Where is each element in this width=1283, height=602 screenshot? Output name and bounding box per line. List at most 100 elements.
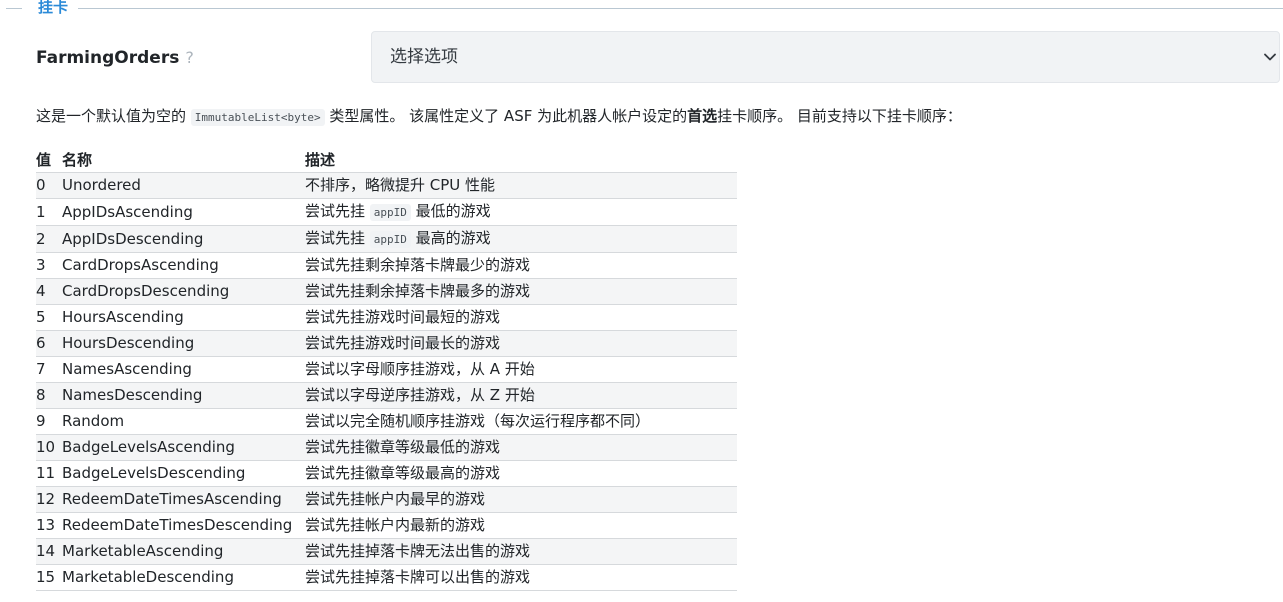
row-value: 8: [36, 382, 62, 409]
row-description-text: 尝试先挂帐户内最早的游戏: [305, 490, 486, 508]
desc-bold: 首选: [687, 107, 718, 125]
table-row: 15 MarketableDescending 尝试先挂掉落卡牌可以出售的游戏: [36, 564, 737, 591]
header-description: 描述: [305, 148, 737, 173]
table-row: 8 NamesDescending 尝试以字母逆序挂游戏，从 Z 开始: [36, 382, 737, 409]
row-description-text: 尝试先挂掉落卡牌无法出售的游戏: [305, 542, 531, 560]
row-description-text: 尝试先挂剩余掉落卡牌最少的游戏: [305, 256, 531, 274]
row-description-text: 尝试先挂游戏时间最长的游戏: [305, 334, 501, 352]
table-row: 4 CardDropsDescending 尝试先挂剩余掉落卡牌最多的游戏: [36, 278, 737, 305]
row-description: 尝试先挂游戏时间最长的游戏: [305, 330, 737, 357]
row-description: 尝试先挂帐户内最早的游戏: [305, 486, 737, 513]
table-row: 1 AppIDsAscending 尝试先挂 appID 最低的游戏: [36, 198, 737, 226]
row-name: HoursAscending: [62, 304, 305, 331]
desc-text-2: 类型属性。 该属性定义了 ASF 为此机器人帐户设定的: [324, 107, 688, 125]
section-title: 挂卡: [32, 0, 75, 16]
table-row: 14 MarketableAscending 尝试先挂掉落卡牌无法出售的游戏: [36, 538, 737, 565]
row-description-text-after: 最高的游戏: [410, 229, 491, 247]
row-name: Unordered: [62, 172, 305, 199]
row-name: Random: [62, 408, 305, 435]
row-description: 尝试先挂 appID 最高的游戏: [305, 225, 737, 253]
row-description-code: appID: [369, 204, 411, 221]
row-value: 11: [36, 460, 62, 487]
divider-left: [6, 8, 22, 9]
row-description-text: 尝试先挂: [305, 229, 370, 247]
header-value: 值: [36, 148, 62, 173]
row-name: HoursDescending: [62, 330, 305, 357]
table-row: 3 CardDropsAscending 尝试先挂剩余掉落卡牌最少的游戏: [36, 252, 737, 279]
table-row: 12 RedeemDateTimesAscending 尝试先挂帐户内最早的游戏: [36, 486, 737, 513]
row-name: NamesDescending: [62, 382, 305, 409]
row-description: 尝试先挂掉落卡牌无法出售的游戏: [305, 538, 737, 565]
row-description-text-after: 最低的游戏: [410, 202, 491, 220]
row-description: 尝试以完全随机顺序挂游戏（每次运行程序都不同）: [305, 408, 737, 435]
row-name: BadgeLevelsAscending: [62, 434, 305, 461]
row-description-text: 尝试以完全随机顺序挂游戏（每次运行程序都不同）: [305, 412, 651, 430]
field-label: FarmingOrders?: [36, 46, 194, 70]
table-row: 2 AppIDsDescending 尝试先挂 appID 最高的游戏: [36, 225, 737, 253]
field-label-text: FarmingOrders: [36, 48, 180, 68]
table-row: 10 BadgeLevelsAscending 尝试先挂徽章等级最低的游戏: [36, 434, 737, 461]
row-description: 尝试先挂剩余掉落卡牌最少的游戏: [305, 252, 737, 279]
row-value: 4: [36, 278, 62, 305]
question-icon[interactable]: ?: [185, 46, 194, 70]
row-name: NamesAscending: [62, 356, 305, 383]
row-description: 尝试先挂帐户内最新的游戏: [305, 512, 737, 539]
row-description: 尝试先挂徽章等级最低的游戏: [305, 434, 737, 461]
row-name: RedeemDateTimesAscending: [62, 486, 305, 513]
desc-text-1: 这是一个默认值为空的: [36, 107, 191, 125]
row-name: CardDropsDescending: [62, 278, 305, 305]
row-value: 9: [36, 408, 62, 435]
table-row: 6 HoursDescending 尝试先挂游戏时间最长的游戏: [36, 330, 737, 357]
row-description-code: appID: [369, 231, 411, 248]
farming-orders-table: 值 名称 描述 0 Unordered 不排序，略微提升 CPU 性能 1 AppIDs…: [36, 148, 737, 591]
divider-right: [78, 8, 1283, 9]
row-name: MarketableAscending: [62, 538, 305, 565]
table-row: 11 BadgeLevelsDescending 尝试先挂徽章等级最高的游戏: [36, 460, 737, 487]
row-name: BadgeLevelsDescending: [62, 460, 305, 487]
header-name: 名称: [62, 148, 305, 173]
row-description: 尝试先挂掉落卡牌可以出售的游戏: [305, 564, 737, 591]
row-value: 2: [36, 225, 62, 253]
select-value: 选择选项: [390, 47, 458, 67]
desc-code: ImmutableList<byte>: [190, 109, 325, 126]
row-description-text: 尝试先挂: [305, 202, 370, 220]
table-row: 5 HoursAscending 尝试先挂游戏时间最短的游戏: [36, 304, 737, 331]
row-value: 15: [36, 564, 62, 591]
table-header-row: 值 名称 描述: [36, 148, 737, 173]
row-value: 5: [36, 304, 62, 331]
row-description-text: 尝试先挂掉落卡牌可以出售的游戏: [305, 568, 531, 586]
row-name: AppIDsAscending: [62, 198, 305, 226]
row-value: 7: [36, 356, 62, 383]
table-row: 13 RedeemDateTimesDescending 尝试先挂帐户内最新的游戏: [36, 512, 737, 539]
row-description: 尝试以字母逆序挂游戏，从 Z 开始: [305, 382, 737, 409]
table-row: 7 NamesAscending 尝试以字母顺序挂游戏，从 A 开始: [36, 356, 737, 383]
row-description: 尝试以字母顺序挂游戏，从 A 开始: [305, 356, 737, 383]
row-description: 尝试先挂 appID 最低的游戏: [305, 198, 737, 226]
field-description: 这是一个默认值为空的 ImmutableList<byte> 类型属性。 该属性…: [36, 106, 1276, 128]
table-row: 0 Unordered 不排序，略微提升 CPU 性能: [36, 172, 737, 199]
table-row: 9 Random 尝试以完全随机顺序挂游戏（每次运行程序都不同）: [36, 408, 737, 435]
row-value: 13: [36, 512, 62, 539]
chevron-down-icon: [1264, 53, 1276, 61]
row-description-text: 尝试先挂帐户内最新的游戏: [305, 516, 486, 534]
row-name: MarketableDescending: [62, 564, 305, 591]
row-description-text: 尝试以字母逆序挂游戏，从 Z 开始: [305, 386, 535, 404]
row-description-text: 尝试先挂剩余掉落卡牌最多的游戏: [305, 282, 531, 300]
row-name: CardDropsAscending: [62, 252, 305, 279]
row-description: 尝试先挂徽章等级最高的游戏: [305, 460, 737, 487]
section-divider: [0, 8, 1283, 9]
settings-page: 挂卡 FarmingOrders? 选择选项 这是一个默认值为空的 Immuta…: [0, 0, 1283, 602]
row-value: 14: [36, 538, 62, 565]
farming-orders-select[interactable]: 选择选项: [371, 31, 1280, 83]
row-description-text: 尝试以字母顺序挂游戏，从 A 开始: [305, 360, 535, 378]
row-value: 10: [36, 434, 62, 461]
desc-text-3: 挂卡顺序。 目前支持以下挂卡顺序：: [717, 107, 962, 125]
row-value: 3: [36, 252, 62, 279]
row-description: 尝试先挂剩余掉落卡牌最多的游戏: [305, 278, 737, 305]
row-name: RedeemDateTimesDescending: [62, 512, 305, 539]
row-description-text: 尝试先挂游戏时间最短的游戏: [305, 308, 501, 326]
row-description: 尝试先挂游戏时间最短的游戏: [305, 304, 737, 331]
row-value: 12: [36, 486, 62, 513]
table-body: 0 Unordered 不排序，略微提升 CPU 性能 1 AppIDsAscendin…: [36, 172, 737, 591]
row-description: 不排序，略微提升 CPU 性能: [305, 172, 737, 199]
